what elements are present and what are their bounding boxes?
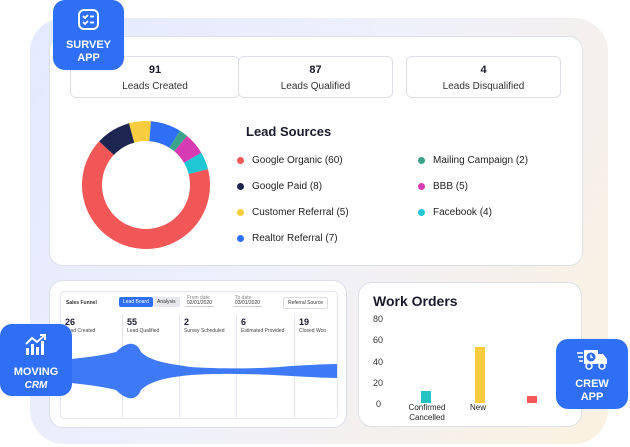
bar-new[interactable]	[475, 346, 485, 403]
stage-count: 2	[184, 317, 190, 327]
stat-leads-disqualified[interactable]: 4 Leads Disqualified	[406, 56, 561, 98]
stage-count: 6	[241, 317, 247, 327]
checklist-icon	[78, 9, 99, 30]
y-tick-label: 80	[373, 314, 384, 324]
truck-icon	[577, 350, 607, 370]
survey-app-badge[interactable]: SURVEY APP	[53, 0, 124, 70]
lead-sources-title: Lead Sources	[246, 124, 332, 139]
x-tick-label: Confirmed Cancelled	[408, 403, 446, 422]
sales-funnel-card: Sales Funnel Lead Board Analysis From da…	[49, 280, 347, 428]
legend-google-paid[interactable]: Google Paid (8)	[237, 181, 322, 192]
legend-customer-referral[interactable]: Customer Referral (5)	[237, 207, 349, 218]
legend-dot	[237, 235, 244, 242]
legend-dot	[418, 157, 425, 164]
work-orders-card: Work Orders 80 60 40 20 0 Confirmed Canc…	[358, 282, 582, 427]
leads-card: 91 Leads Created 87 Leads Qualified 4 Le…	[49, 36, 583, 266]
badge-subtitle: CRM	[24, 380, 48, 391]
legend-dot	[418, 209, 425, 216]
legend-label: Facebook (4)	[433, 207, 492, 218]
from-date-input[interactable]: 02/01/2020	[185, 300, 215, 307]
legend-dot	[418, 183, 425, 190]
legend-dot	[237, 209, 244, 216]
badge-title: CREW	[575, 378, 609, 390]
legend-bbb[interactable]: BBB (5)	[418, 181, 468, 192]
legend-google-organic[interactable]: Google Organic (60)	[237, 155, 343, 166]
legend-label: Customer Referral (5)	[252, 207, 349, 218]
analysis-button[interactable]: Analysis	[153, 297, 180, 307]
stat-value: 87	[309, 64, 322, 76]
funnel-flow-graphic	[61, 343, 337, 399]
sales-funnel-panel: Sales Funnel Lead Board Analysis From da…	[60, 291, 338, 419]
lead-sources-donut	[81, 121, 210, 249]
bar-confirmed[interactable]	[421, 390, 431, 403]
stat-value: 4	[480, 64, 487, 76]
badge-title: MOVING	[13, 366, 59, 378]
stat-label: Leads Qualified	[280, 81, 351, 92]
y-tick-label: 40	[373, 357, 384, 367]
stage-count: 19	[299, 317, 310, 327]
legend-label: Google Organic (60)	[252, 155, 343, 166]
legend-realtor-referral[interactable]: Realtor Referral (7)	[237, 233, 338, 244]
y-tick-label: 60	[373, 335, 384, 345]
legend-label: BBB (5)	[433, 181, 469, 192]
stat-leads-qualified[interactable]: 87 Leads Qualified	[238, 56, 393, 98]
referral-source-select[interactable]: Referral Source	[283, 297, 329, 309]
legend-label: Realtor Referral (7)	[252, 233, 338, 244]
work-orders-title: Work Orders	[373, 293, 458, 309]
legend-dot	[237, 183, 244, 190]
bar-cancelled[interactable]	[527, 395, 537, 403]
stat-label: Leads Disqualified	[442, 81, 525, 92]
moving-crm-badge[interactable]: MOVING CRM	[0, 324, 72, 396]
stat-label: Leads Created	[122, 81, 188, 92]
funnel-title: Sales Funnel	[66, 300, 97, 306]
y-tick-label: 20	[373, 378, 384, 388]
stage-count: 55	[127, 317, 138, 327]
legend-mailing-campaign[interactable]: Mailing Campaign (2)	[418, 155, 528, 166]
lead-board-button[interactable]: Lead Board	[119, 297, 153, 307]
badge-subtitle: APP	[580, 391, 604, 403]
badge-subtitle: APP	[77, 52, 100, 64]
legend-dot	[237, 157, 244, 164]
crew-app-badge[interactable]: CREW APP	[556, 339, 628, 409]
legend-label: Google Paid (8)	[252, 181, 323, 192]
legend-facebook[interactable]: Facebook (4)	[418, 207, 492, 218]
to-date-input[interactable]: 03/01/2020	[233, 300, 263, 307]
legend-label: Mailing Campaign (2)	[433, 155, 529, 166]
trend-chart-icon	[25, 334, 46, 355]
badge-title: SURVEY	[65, 39, 112, 51]
y-tick-label: 0	[376, 399, 382, 409]
x-tick-label: New	[469, 403, 486, 412]
